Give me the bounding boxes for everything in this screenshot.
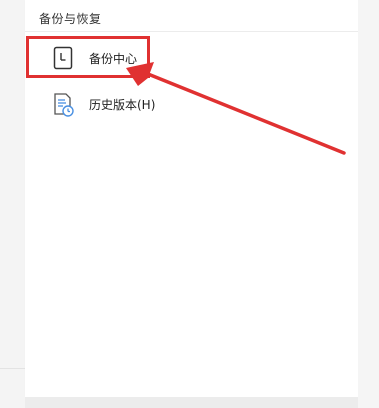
annotation-arrow xyxy=(126,62,346,155)
